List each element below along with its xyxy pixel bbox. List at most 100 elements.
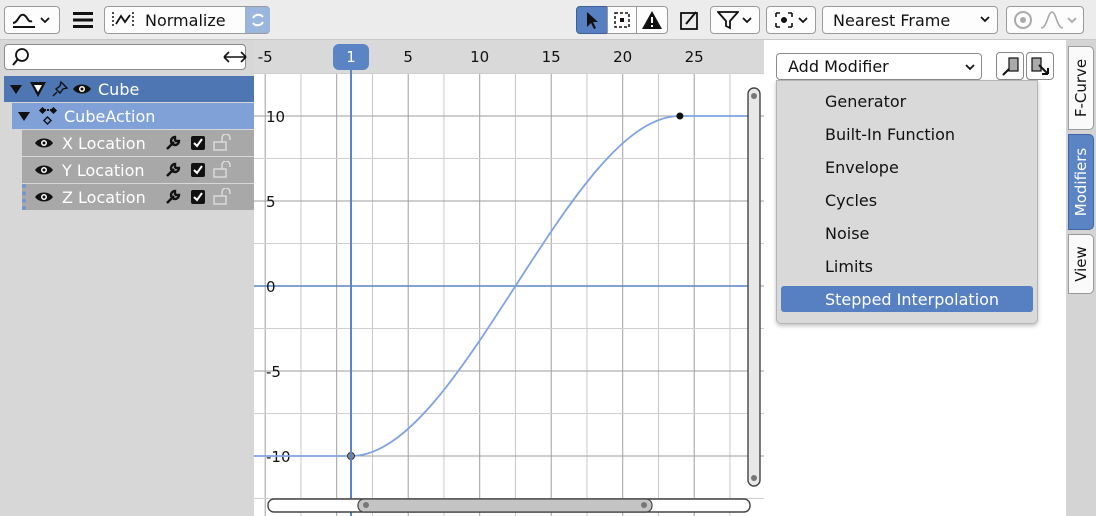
action-name-label: CubeAction bbox=[64, 106, 156, 126]
sidebar-tabs: F-Curve Modifiers View bbox=[1066, 40, 1096, 516]
channel-object-row[interactable]: Cube bbox=[4, 76, 254, 102]
channel-row-z-location[interactable]: Z Location bbox=[22, 184, 254, 210]
checkbox-icon[interactable] bbox=[190, 189, 206, 205]
menu-item-built-in-function[interactable]: Built-In Function bbox=[781, 121, 1033, 147]
menu-item-noise[interactable]: Noise bbox=[781, 220, 1033, 246]
warning-icon bbox=[637, 10, 667, 30]
action-keyframes-icon bbox=[36, 105, 60, 127]
chevron-down-icon bbox=[1066, 15, 1078, 25]
normalize-icon bbox=[111, 10, 135, 30]
pivot-point-icon bbox=[773, 10, 795, 30]
tab-view[interactable]: View bbox=[1068, 234, 1094, 294]
lock-open-icon[interactable] bbox=[212, 161, 232, 179]
select-tool-button[interactable] bbox=[576, 6, 608, 34]
object-name-label: Cube bbox=[98, 79, 140, 99]
add-modifier-label: Add Modifier bbox=[788, 57, 889, 76]
box-select-button[interactable] bbox=[607, 6, 637, 34]
menu-item-envelope[interactable]: Envelope bbox=[781, 154, 1033, 180]
copy-modifiers-button[interactable] bbox=[996, 52, 1024, 80]
y-tick-label: 5 bbox=[266, 193, 276, 211]
channel-row-x-location[interactable]: X Location bbox=[22, 130, 254, 156]
graph-canvas[interactable]: -5 5 10 15 20 25 10 5 0 -5 -10 1 bbox=[254, 40, 764, 516]
menu-hamburger-icon[interactable] bbox=[70, 8, 96, 32]
eye-icon[interactable] bbox=[34, 136, 54, 150]
x-tick-label: 5 bbox=[403, 48, 413, 66]
y-tick-label: 10 bbox=[266, 108, 285, 126]
proportional-edit-dropdown[interactable] bbox=[1006, 6, 1084, 34]
chevron-down-icon bbox=[741, 15, 753, 25]
paste-modifiers-button[interactable] bbox=[1026, 52, 1054, 80]
x-tick-label: 10 bbox=[470, 48, 489, 66]
add-modifier-dropdown[interactable]: Add Modifier bbox=[776, 53, 982, 80]
wrench-icon[interactable] bbox=[164, 188, 182, 206]
refresh-icon[interactable] bbox=[245, 7, 270, 33]
expand-triangle-icon[interactable] bbox=[18, 111, 30, 121]
tab-label: Modifiers bbox=[1072, 147, 1090, 217]
menu-item-label: Limits bbox=[825, 256, 873, 276]
menu-item-label: Envelope bbox=[825, 157, 899, 177]
checkbox-icon[interactable] bbox=[190, 135, 206, 151]
filter-dropdown[interactable] bbox=[710, 6, 760, 34]
menu-item-limits[interactable]: Limits bbox=[781, 253, 1033, 279]
tab-label: F-Curve bbox=[1072, 58, 1091, 118]
warning-button[interactable] bbox=[636, 6, 668, 34]
eye-icon[interactable] bbox=[72, 82, 92, 96]
y-tick-label: -5 bbox=[266, 363, 281, 381]
scrollbar-handle[interactable] bbox=[751, 475, 757, 481]
header-toolbar: Normalize Nearest Frame bbox=[0, 0, 1096, 40]
search-icon bbox=[11, 47, 31, 67]
menu-item-label: Generator bbox=[825, 91, 907, 111]
editor-type-button[interactable] bbox=[4, 6, 60, 34]
channel-search-input[interactable] bbox=[4, 44, 246, 70]
lock-open-icon[interactable] bbox=[212, 188, 232, 206]
chevron-down-icon bbox=[964, 62, 976, 72]
chevron-down-icon bbox=[979, 14, 991, 24]
normalize-toggle[interactable]: Normalize bbox=[104, 6, 270, 34]
x-tick-label: 15 bbox=[542, 48, 561, 66]
channel-label: X Location bbox=[62, 133, 146, 153]
swap-horizontal-icon[interactable] bbox=[220, 46, 250, 68]
chevron-down-icon bbox=[39, 15, 51, 25]
menu-item-label: Built-In Function bbox=[825, 124, 956, 144]
channel-action-row[interactable]: CubeAction bbox=[12, 103, 254, 129]
paste-icon bbox=[1029, 55, 1051, 77]
scrollbar-handle[interactable] bbox=[363, 502, 369, 508]
pin-icon[interactable] bbox=[51, 80, 69, 98]
horizontal-scrollbar-thumb[interactable] bbox=[357, 498, 653, 513]
menu-item-label: Noise bbox=[825, 223, 870, 243]
proportional-edit-icon bbox=[1012, 9, 1034, 31]
add-modifier-menu: Generator Built-In Function Envelope Cyc… bbox=[776, 80, 1038, 324]
menu-item-stepped-interpolation[interactable]: Stepped Interpolation bbox=[781, 286, 1033, 312]
vertical-scrollbar[interactable] bbox=[747, 87, 761, 487]
channel-row-y-location[interactable]: Y Location bbox=[22, 157, 254, 183]
tab-modifiers[interactable]: Modifiers bbox=[1068, 134, 1094, 230]
pivot-dropdown[interactable] bbox=[766, 6, 816, 34]
y-tick-label: 0 bbox=[266, 278, 276, 296]
show-only-selected-icon[interactable] bbox=[676, 6, 704, 34]
scrollbar-handle[interactable] bbox=[751, 93, 757, 99]
x-tick-label: -5 bbox=[258, 48, 273, 66]
falloff-curve-icon bbox=[1040, 10, 1064, 30]
graph-editor-area[interactable]: -5 5 10 15 20 25 10 5 0 -5 -10 1 bbox=[254, 40, 764, 516]
wrench-icon[interactable] bbox=[164, 161, 182, 179]
current-frame-label: 1 bbox=[346, 48, 356, 66]
menu-item-label: Cycles bbox=[825, 190, 878, 210]
keyframe-point[interactable] bbox=[676, 112, 684, 120]
menu-item-cycles[interactable]: Cycles bbox=[781, 187, 1033, 213]
menu-item-generator[interactable]: Generator bbox=[781, 88, 1033, 114]
eye-icon[interactable] bbox=[34, 190, 54, 204]
eye-icon[interactable] bbox=[34, 163, 54, 177]
normalize-label: Normalize bbox=[145, 10, 226, 30]
tab-f-curve[interactable]: F-Curve bbox=[1068, 46, 1094, 130]
curve-editor-icon bbox=[11, 9, 37, 31]
scrollbar-handle[interactable] bbox=[641, 502, 647, 508]
wrench-icon[interactable] bbox=[164, 134, 182, 152]
tab-label: View bbox=[1072, 246, 1091, 282]
snap-mode-label: Nearest Frame bbox=[833, 10, 951, 30]
y-tick-label: -10 bbox=[266, 448, 291, 466]
snap-mode-dropdown[interactable]: Nearest Frame bbox=[822, 6, 998, 34]
expand-triangle-icon[interactable] bbox=[10, 84, 22, 94]
filter-funnel-icon bbox=[717, 10, 739, 30]
lock-open-icon[interactable] bbox=[212, 134, 232, 152]
checkbox-icon[interactable] bbox=[190, 162, 206, 178]
